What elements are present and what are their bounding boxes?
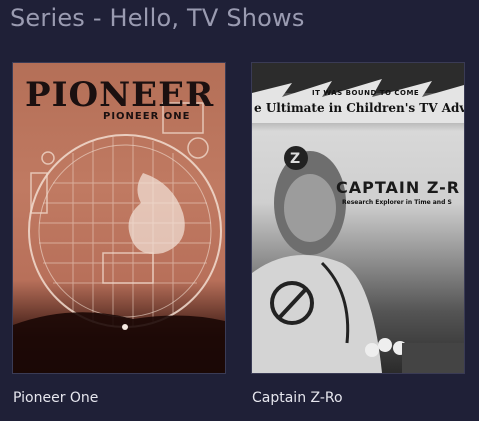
svg-text:Z: Z (290, 151, 300, 167)
poster-title-text: CAPTAIN Z-R (336, 178, 461, 197)
poster-top-text: IT WAS BOUND TO COME (312, 89, 420, 97)
show-card-captain-z-ro[interactable]: Z IT WAS BOUND TO COME e Ultimate in Chi… (251, 62, 465, 406)
pioneer-logo: PIONEER (25, 75, 215, 115)
series-page: Series - Hello, TV Shows PIONEER PIONEER… (0, 0, 479, 421)
page-title: Series - Hello, TV Shows (10, 4, 305, 32)
show-title[interactable]: Pioneer One (13, 390, 98, 406)
pioneer-subtitle: PIONEER ONE (103, 111, 191, 122)
poster-image[interactable]: PIONEER PIONEER ONE (12, 62, 226, 374)
poster-subtitle: Research Explorer in Time and S (342, 199, 452, 206)
poster-image[interactable]: Z IT WAS BOUND TO COME e Ultimate in Chi… (251, 62, 465, 374)
show-card-pioneer-one[interactable]: PIONEER PIONEER ONE Pioneer One (12, 62, 226, 406)
poster-tagline: e Ultimate in Children's TV Adventu (254, 101, 465, 115)
show-title[interactable]: Captain Z-Ro (252, 390, 343, 406)
